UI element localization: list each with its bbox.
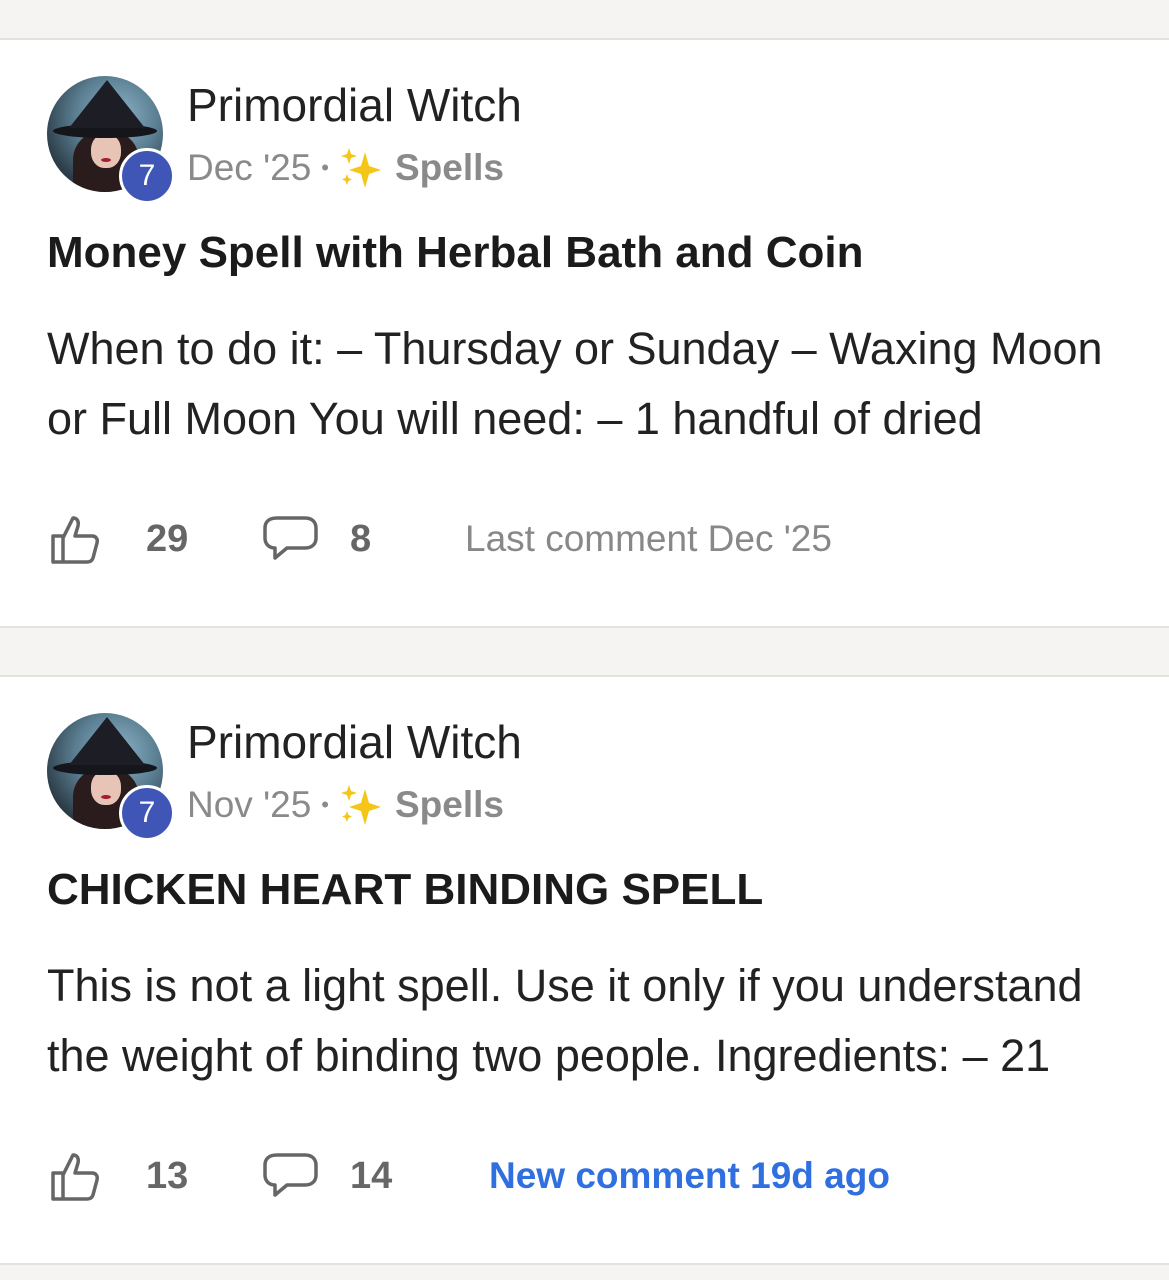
post-actions: 13 14 New comment 19d ago — [47, 1149, 1147, 1205]
post-date: Nov '25 — [187, 784, 312, 825]
meta-separator: • — [321, 155, 329, 180]
new-comment-link[interactable]: New comment 19d ago — [489, 1155, 890, 1197]
post-meta: Nov '25 • Spells — [187, 783, 504, 827]
comment-count: 8 — [350, 518, 372, 560]
speech-bubble-icon[interactable] — [263, 514, 319, 564]
speech-bubble-icon[interactable] — [263, 1151, 319, 1201]
post-card[interactable]: 7 Primordial Witch Nov '25 • Spells CHIC… — [0, 675, 1169, 1265]
level-badge: 7 — [119, 148, 175, 204]
avatar[interactable]: 7 — [47, 713, 175, 841]
like-count: 29 — [146, 518, 189, 560]
meta-separator: • — [321, 792, 329, 817]
author-name[interactable]: Primordial Witch — [187, 78, 522, 132]
category-link[interactable]: Spells — [395, 784, 504, 826]
post-date: Dec '25 — [187, 147, 312, 188]
thumbs-up-icon[interactable] — [49, 512, 103, 566]
post-excerpt[interactable]: When to do it: – Thursday or Sunday – Wa… — [47, 314, 1147, 454]
post-title[interactable]: CHICKEN HEART BINDING SPELL — [47, 865, 763, 915]
category-link[interactable]: Spells — [395, 147, 504, 189]
post-title[interactable]: Money Spell with Herbal Bath and Coin — [47, 228, 864, 278]
author-name[interactable]: Primordial Witch — [187, 715, 522, 769]
post-actions: 29 8 Last comment Dec '25 — [47, 512, 1147, 568]
post-meta: Dec '25 • Spells — [187, 146, 504, 190]
thumbs-up-icon[interactable] — [49, 1149, 103, 1203]
sparkles-icon — [341, 785, 381, 825]
comment-count: 14 — [350, 1155, 393, 1197]
avatar[interactable]: 7 — [47, 76, 175, 204]
post-card[interactable]: 7 Primordial Witch Dec '25 • Spells Mone… — [0, 38, 1169, 628]
sparkles-icon — [341, 148, 381, 188]
like-count: 13 — [146, 1155, 189, 1197]
last-comment-label[interactable]: Last comment Dec '25 — [465, 518, 832, 560]
post-excerpt[interactable]: This is not a light spell. Use it only i… — [47, 951, 1147, 1091]
level-badge: 7 — [119, 785, 175, 841]
